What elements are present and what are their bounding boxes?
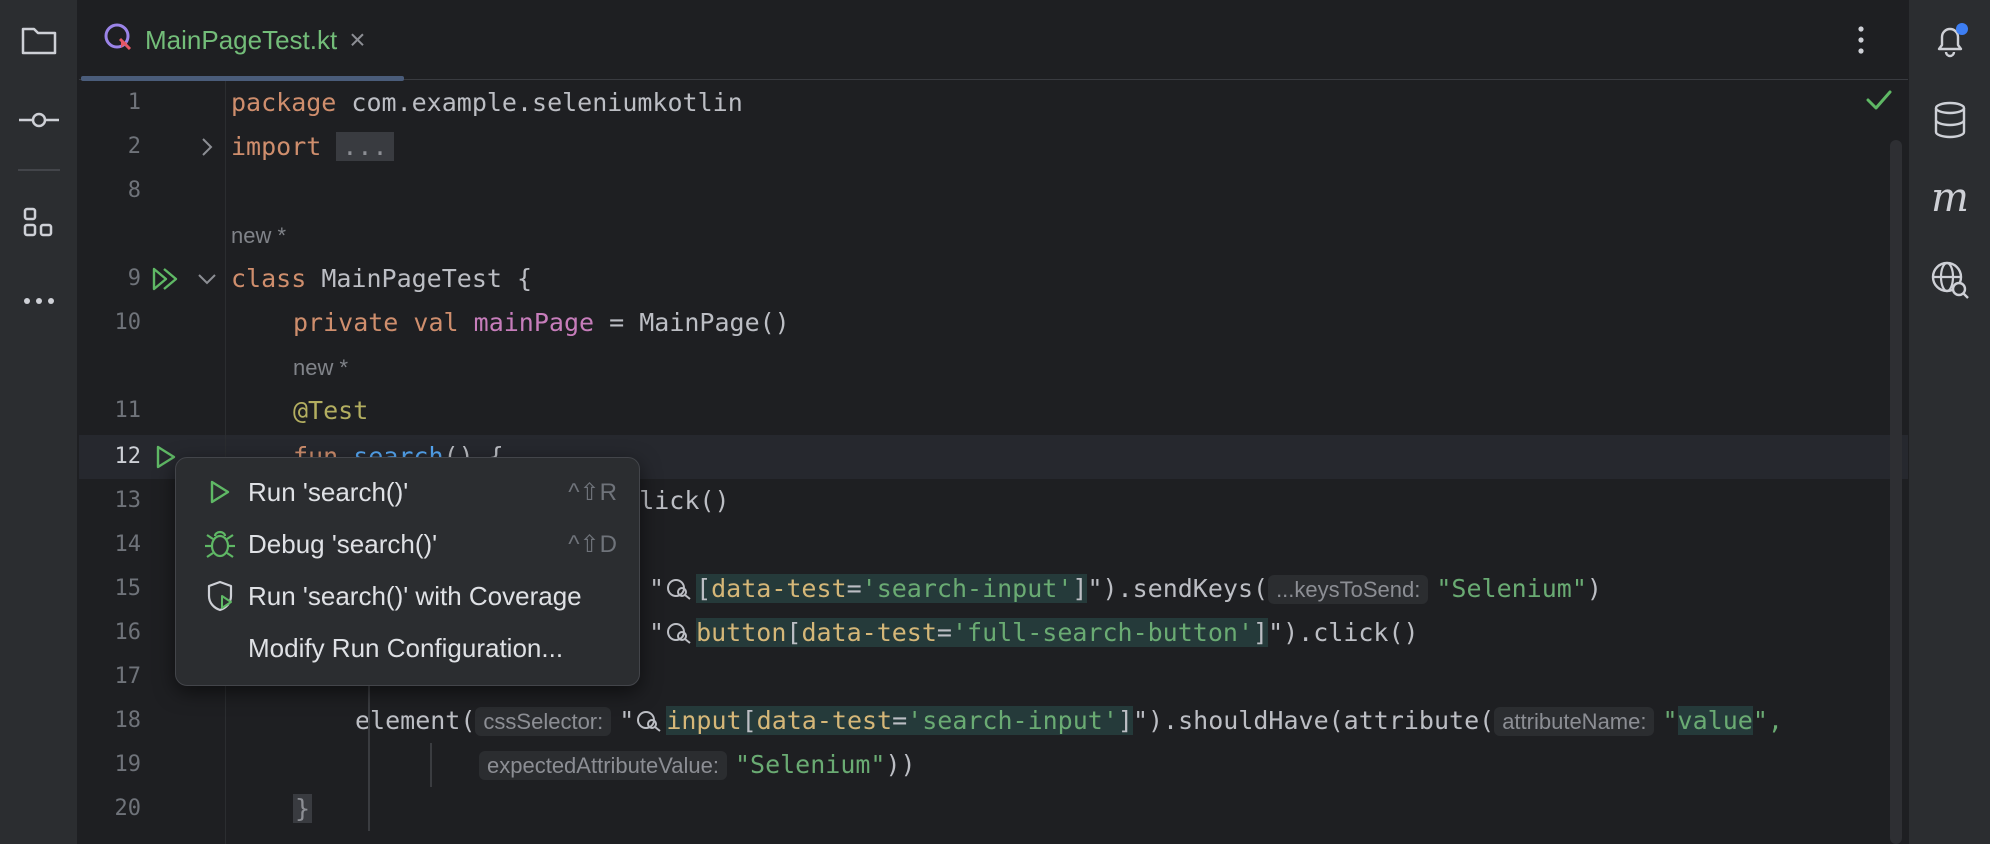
maven-icon[interactable]: m [1909,170,1990,226]
line-number: 17 [114,664,142,689]
tab-mainpagetest[interactable]: MainPageTest.kt × [79,0,404,81]
tab-label: MainPageTest.kt [145,24,338,55]
run-all-tests-icon[interactable] [151,257,181,301]
vertical-scrollbar[interactable] [1890,140,1902,844]
code-line: } [293,794,313,823]
chevron-down-icon[interactable] [195,257,219,301]
line-number: 13 [114,488,142,513]
parameter-hint: attributeName: [1494,707,1655,736]
chevron-right-icon[interactable] [195,125,219,169]
code-line: " button[data-test='full-search-button']"… [649,618,1419,647]
indent-guide [430,743,432,787]
editor-tab-bar: MainPageTest.kt × [79,0,1908,81]
line-number: 12 [114,444,142,469]
line-number: 1 [127,90,141,115]
more-vertical-icon[interactable] [1846,22,1876,58]
line-number: 11 [114,398,142,423]
run-search-menu-item[interactable]: Run 'search()' ^⇧R [184,466,631,518]
line-number: 19 [114,752,142,777]
run-context-popup: Run 'search()' ^⇧R Debug 'search()' ^⇧D … [175,457,640,686]
close-icon[interactable]: × [349,24,365,56]
parameter-hint: expectedAttributeValue: [479,751,727,780]
css-selector-icon [664,574,696,603]
more-icon[interactable] [0,271,78,331]
code-line: " [data-test='search-input']").sendKeys(.… [649,574,1602,604]
code-line: private val mainPage = MainPage() [293,308,790,337]
notifications-icon[interactable] [1909,12,1990,68]
modify-run-configuration-menu-item[interactable]: Modify Run Configuration... [184,622,631,674]
debug-icon [204,528,236,560]
left-tool-window-bar [0,0,78,844]
debug-search-menu-item[interactable]: Debug 'search()' ^⇧D [184,518,631,570]
structure-icon[interactable] [0,193,78,253]
code-line: class MainPageTest { [231,264,533,293]
folder-icon[interactable] [0,10,78,70]
line-number: 16 [114,620,142,645]
line-number: 8 [127,178,141,203]
css-selector-icon [664,618,696,647]
code-line: element(cssSelector: " input[data-test='se… [355,706,1783,736]
line-number: 10 [114,310,142,335]
run-with-coverage-menu-item[interactable]: Run 'search()' with Coverage [184,570,631,622]
author-hint[interactable]: new * [231,213,286,258]
editor: MainPageTest.kt × 1 2 8 9 10 11 12 13 14… [79,0,1908,844]
parameter-hint: ...keysToSend: [1268,575,1429,604]
code-line: package com.example.seleniumkotlin [231,88,743,117]
commit-icon[interactable] [0,90,78,150]
run-icon [204,476,236,508]
line-number: 9 [127,266,141,291]
right-tool-window-bar: m [1908,0,1990,844]
toolbar-separator [18,169,60,171]
line-number: 15 [114,576,142,601]
folded-imports[interactable]: ... [336,132,394,161]
code-line: expectedAttributeValue: "Selenium")) [479,743,916,788]
kotlin-test-file-icon [103,22,135,59]
line-number: 20 [114,796,142,821]
coverage-shield-icon [204,580,236,612]
css-selector-icon [634,706,666,735]
code-line: import ... [231,125,394,169]
parameter-hint: cssSelector: [475,707,612,736]
line-number: 2 [127,134,141,159]
code-line: @Test [293,396,369,425]
line-number: 18 [114,708,142,733]
line-number: 14 [114,532,142,557]
web-search-icon[interactable] [1909,252,1990,308]
author-hint[interactable]: new * [293,345,348,390]
check-icon[interactable] [1866,90,1892,115]
database-icon[interactable] [1909,92,1990,148]
